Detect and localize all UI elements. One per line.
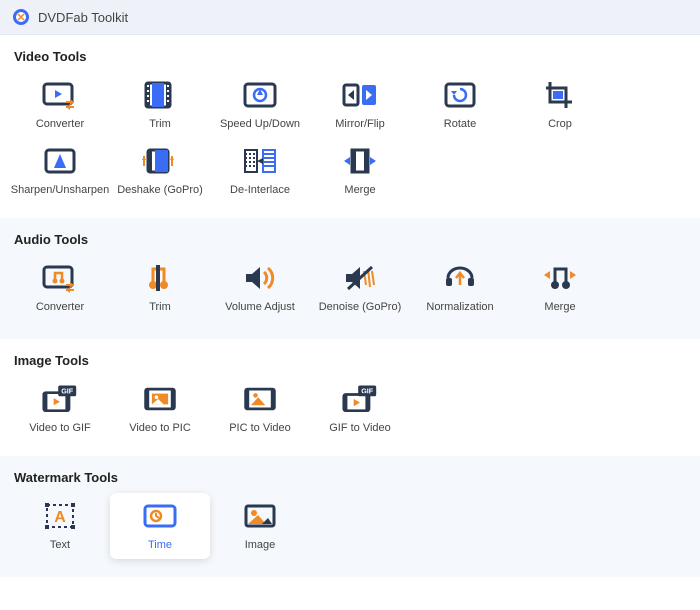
tool-label: Crop [548, 118, 572, 130]
tool-audio-trim[interactable]: Trim [110, 255, 210, 321]
tool-video-merge[interactable]: Merge [310, 138, 410, 204]
tool-label: De-Interlace [230, 184, 290, 196]
app-logo-icon [12, 8, 30, 26]
tool-label: Deshake (GoPro) [117, 184, 203, 196]
rotate-icon [442, 80, 478, 110]
tool-gif-to-video[interactable]: GIF GIF to Video [310, 376, 410, 442]
svg-text:A: A [54, 509, 66, 526]
image-tools-grid: GIF Video to GIF Video to PIC PIC [0, 368, 700, 456]
gif-to-video-icon: GIF [342, 384, 378, 414]
tool-label: Trim [149, 301, 171, 313]
denoise-icon [342, 263, 378, 293]
tool-label: PIC to Video [229, 422, 291, 434]
audio-tools-grid: Converter Trim Volume Adjust [0, 247, 700, 335]
audio-converter-icon [42, 263, 78, 293]
tool-video-converter[interactable]: Converter [10, 72, 110, 138]
tool-watermark-text[interactable]: A Text [10, 493, 110, 559]
volume-icon [242, 263, 278, 293]
tool-label: Trim [149, 118, 171, 130]
section-title-image: Image Tools [0, 339, 700, 368]
sharpen-icon [42, 146, 78, 176]
tool-label: Image [245, 539, 276, 551]
time-watermark-icon [142, 501, 178, 531]
tool-label: Rotate [444, 118, 476, 130]
tool-video-to-pic[interactable]: Video to PIC [110, 376, 210, 442]
trim-icon [142, 80, 178, 110]
converter-icon [42, 80, 78, 110]
pic-to-video-icon [242, 384, 278, 414]
tool-pic-to-video[interactable]: PIC to Video [210, 376, 310, 442]
tool-audio-normalize[interactable]: Normalization [410, 255, 510, 321]
section-title-video: Video Tools [0, 35, 700, 64]
app-title: DVDFab Toolkit [38, 10, 128, 25]
tool-watermark-time[interactable]: Time [110, 493, 210, 559]
tool-audio-merge[interactable]: Merge [510, 255, 610, 321]
section-title-watermark: Watermark Tools [0, 456, 700, 485]
watermark-tools-grid: A Text Time Image [0, 485, 700, 573]
crop-icon [542, 80, 578, 110]
tool-label: Video to GIF [29, 422, 91, 434]
tool-label: Speed Up/Down [220, 118, 300, 130]
video-tools-grid: Converter Trim Speed Up/Down [0, 64, 700, 218]
tool-label: Converter [36, 301, 84, 313]
tool-video-crop[interactable]: Crop [510, 72, 610, 138]
tool-label: Video to PIC [129, 422, 191, 434]
tool-audio-denoise[interactable]: Denoise (GoPro) [310, 255, 410, 321]
svg-text:GIF: GIF [61, 387, 74, 396]
deshake-icon [142, 146, 178, 176]
image-watermark-icon [242, 501, 278, 531]
titlebar: DVDFab Toolkit [0, 0, 700, 35]
tool-video-deinterlace[interactable]: De-Interlace [210, 138, 310, 204]
tool-video-mirror[interactable]: Mirror/Flip [310, 72, 410, 138]
speed-icon [242, 80, 278, 110]
tool-video-trim[interactable]: Trim [110, 72, 210, 138]
tool-watermark-image[interactable]: Image [210, 493, 310, 559]
tool-label: Merge [344, 184, 375, 196]
tool-label: Denoise (GoPro) [319, 301, 402, 313]
tool-label: Volume Adjust [225, 301, 295, 313]
tool-label: Time [148, 539, 172, 551]
tool-label: Mirror/Flip [335, 118, 385, 130]
tool-label: Sharpen/Unsharpen [11, 184, 109, 196]
tool-label: GIF to Video [329, 422, 391, 434]
video-to-gif-icon: GIF [42, 384, 78, 414]
audio-trim-icon [142, 263, 178, 293]
tool-audio-volume[interactable]: Volume Adjust [210, 255, 310, 321]
section-title-audio: Audio Tools [0, 218, 700, 247]
tool-label: Text [50, 539, 70, 551]
tool-label: Converter [36, 118, 84, 130]
tool-audio-converter[interactable]: Converter [10, 255, 110, 321]
video-to-pic-icon [142, 384, 178, 414]
deinterlace-icon [242, 146, 278, 176]
text-watermark-icon: A [42, 501, 78, 531]
tool-video-deshake[interactable]: Deshake (GoPro) [110, 138, 210, 204]
mirror-flip-icon [342, 80, 378, 110]
normalize-icon [442, 263, 478, 293]
merge-video-icon [342, 146, 378, 176]
tool-label: Merge [544, 301, 575, 313]
tool-video-sharpen[interactable]: Sharpen/Unsharpen [10, 138, 110, 204]
tool-video-speed[interactable]: Speed Up/Down [210, 72, 310, 138]
tool-video-to-gif[interactable]: GIF Video to GIF [10, 376, 110, 442]
tool-label: Normalization [426, 301, 493, 313]
tool-video-rotate[interactable]: Rotate [410, 72, 510, 138]
merge-audio-icon [542, 263, 578, 293]
